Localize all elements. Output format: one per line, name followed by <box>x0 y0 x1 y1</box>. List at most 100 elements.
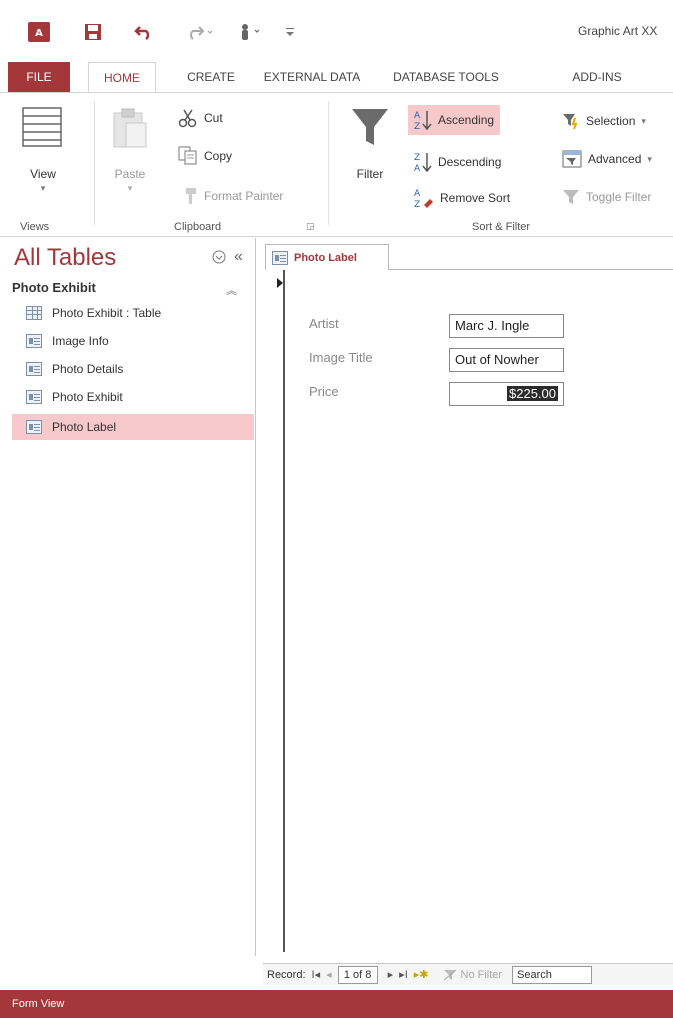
tab-file[interactable]: FILE <box>8 62 70 92</box>
artist-field[interactable]: Marc J. Ingle <box>449 314 564 338</box>
access-app-icon: A <box>26 20 52 44</box>
document-tab-label: Photo Label <box>294 251 357 264</box>
collapse-group-icon[interactable]: ︽ <box>226 282 237 298</box>
record-navigation-bar: Record: I◂ ◂ 1 of 8 ▸ ▸I ▸✱ No Filter Se… <box>263 963 673 985</box>
paste-label: Paste <box>114 167 146 181</box>
nav-item-label: Photo Details <box>52 362 124 376</box>
image-title-label: Image Title <box>309 350 373 365</box>
shutter-bar-close-icon[interactable]: « <box>234 248 243 266</box>
remove-sort-button[interactable]: AZ Remove Sort <box>414 185 510 211</box>
touch-mode-icon[interactable] <box>234 20 268 44</box>
undo-icon[interactable] <box>132 20 156 44</box>
advanced-button[interactable]: Advanced ▾ <box>562 147 652 171</box>
remove-sort-icon: AZ <box>414 189 433 209</box>
status-text: Form View <box>12 998 65 1010</box>
ribbon-tabs: FILE HOME CREATE EXTERNAL DATA DATABASE … <box>0 62 673 93</box>
redo-icon[interactable] <box>186 20 216 44</box>
selection-button[interactable]: Selection ▾ <box>562 109 646 133</box>
svg-text:A: A <box>414 189 421 199</box>
document-area: Photo Label Artist Marc J. Ingle Image T… <box>257 238 673 956</box>
nav-item-label: Image Info <box>52 334 109 348</box>
format-painter-label: Format Painter <box>204 189 284 203</box>
tab-add-ins[interactable]: ADD-INS <box>556 62 638 92</box>
save-icon[interactable] <box>82 20 104 44</box>
advanced-dropdown-icon: ▾ <box>647 153 652 164</box>
ribbon-separator <box>328 101 329 225</box>
status-bar: Form View <box>0 990 673 1018</box>
descending-button[interactable]: ZA Descending <box>414 147 501 177</box>
document-tab-photo-label[interactable]: Photo Label <box>265 244 389 270</box>
paste-icon <box>113 108 147 148</box>
view-dropdown-icon: ▾ <box>40 183 46 193</box>
ribbon-separator <box>94 101 95 225</box>
group-label-clipboard: Clipboard <box>174 221 222 233</box>
nav-item-photo-label[interactable]: Photo Label <box>12 414 254 440</box>
ascending-button[interactable]: AZ Ascending <box>408 105 501 135</box>
nav-group-header[interactable]: Photo Exhibit <box>12 280 96 295</box>
first-record-icon[interactable]: I◂ <box>312 968 321 981</box>
form-icon <box>26 420 42 434</box>
remove-sort-label: Remove Sort <box>440 191 511 205</box>
quick-access-toolbar: A Graphic Art XX <box>0 0 673 62</box>
search-field[interactable]: Search <box>512 965 593 984</box>
nav-item-label: Photo Exhibit <box>52 390 123 404</box>
filter-icon <box>352 109 388 145</box>
selection-label: Selection <box>586 114 636 128</box>
clipboard-dialog-launcher-icon[interactable]: ◲ <box>306 221 315 232</box>
cut-button[interactable]: Cut <box>178 105 223 131</box>
cut-label: Cut <box>204 111 223 125</box>
svg-text:Z: Z <box>414 200 420 209</box>
filter-label: Filter <box>356 167 384 181</box>
nav-item-label: Photo Label <box>52 420 117 434</box>
next-record-icon[interactable]: ▸ <box>388 968 394 981</box>
view-button[interactable]: View ▾ <box>16 101 70 201</box>
advanced-filter-icon <box>562 150 582 168</box>
descending-label: Descending <box>438 155 502 169</box>
format-painter-icon <box>186 188 196 204</box>
price-field[interactable]: $225.00 <box>449 382 564 406</box>
no-filter-button[interactable]: No Filter <box>443 968 503 981</box>
tab-home[interactable]: HOME <box>88 62 156 93</box>
tab-external-data[interactable]: EXTERNAL DATA <box>262 62 362 92</box>
svg-text:Z: Z <box>414 122 420 131</box>
copy-button[interactable]: Copy <box>178 143 232 169</box>
form-icon <box>26 334 42 348</box>
copy-icon <box>178 146 197 165</box>
image-title-field[interactable]: Out of Nowher <box>449 348 564 372</box>
app-title: Graphic Art XX <box>578 24 658 38</box>
price-value: $225.00 <box>507 386 558 401</box>
customize-toolbar-icon[interactable] <box>282 20 298 44</box>
nav-item-image-info[interactable]: Image Info <box>12 328 254 354</box>
toggle-filter-icon <box>563 190 579 204</box>
new-record-icon[interactable]: ▸✱ <box>414 968 429 981</box>
filter-button[interactable]: Filter <box>342 101 398 201</box>
advanced-label: Advanced <box>588 152 642 166</box>
group-label-views: Views <box>20 221 50 233</box>
datasheet-view-icon <box>22 107 62 147</box>
previous-record-icon[interactable]: ◂ <box>326 968 332 981</box>
group-label-sort-filter: Sort & Filter <box>472 221 531 233</box>
toggle-filter-button[interactable]: Toggle Filter <box>562 185 651 209</box>
tab-database-tools[interactable]: DATABASE TOOLS <box>376 62 516 92</box>
nav-item-photo-details[interactable]: Photo Details <box>12 356 254 382</box>
filter-off-icon <box>443 969 456 980</box>
svg-text:A: A <box>414 164 421 173</box>
nav-item-photo-exhibit-table[interactable]: Photo Exhibit : Table <box>12 300 254 326</box>
form-icon <box>26 362 42 376</box>
current-record-field[interactable]: 1 of 8 <box>337 965 378 984</box>
nav-item-label: Photo Exhibit : Table <box>52 306 162 320</box>
price-label: Price <box>309 384 339 399</box>
nav-menu-dropdown-icon[interactable] <box>212 250 226 267</box>
selection-filter-icon <box>563 114 578 130</box>
tab-create[interactable]: CREATE <box>176 62 246 92</box>
record-label: Record: <box>267 968 306 981</box>
no-filter-label: No Filter <box>460 968 503 981</box>
record-selector[interactable] <box>265 270 285 952</box>
nav-item-photo-exhibit[interactable]: Photo Exhibit <box>12 384 254 410</box>
nav-pane-title[interactable]: All Tables <box>14 244 116 272</box>
svg-text:Z: Z <box>414 153 420 163</box>
form-icon <box>26 390 42 404</box>
format-painter-button[interactable]: Format Painter <box>178 183 283 209</box>
last-record-icon[interactable]: ▸I <box>399 968 408 981</box>
paste-button[interactable]: Paste ▾ <box>102 101 158 201</box>
